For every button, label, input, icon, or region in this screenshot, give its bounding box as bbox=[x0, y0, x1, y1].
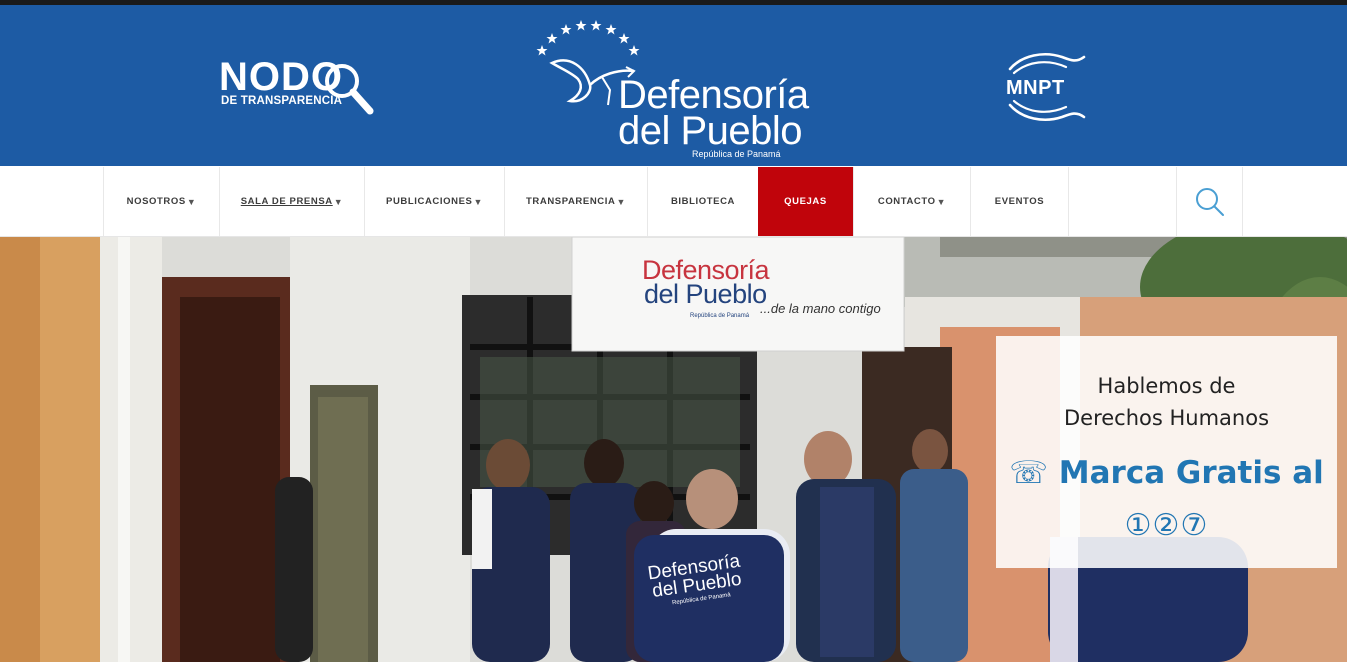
callout-phone-text: ☏ Marca Gratis al bbox=[1009, 455, 1324, 491]
sign-tagline: ...de la mano contigo bbox=[760, 301, 881, 316]
nav-item-label: TRANSPARENCIA bbox=[526, 196, 616, 207]
logo-subtitle: República de Panamá bbox=[692, 149, 781, 159]
nav-divider bbox=[1068, 167, 1069, 236]
sign-line2: del Pueblo bbox=[644, 279, 767, 309]
nav-item-label: CONTACTO bbox=[877, 196, 936, 207]
mnpt-word: MNPT bbox=[1006, 77, 1065, 99]
hero-sign: Defensoría del Pueblo República de Panam… bbox=[572, 237, 904, 351]
callout-title-line1: Hablemos de bbox=[1097, 374, 1236, 398]
sign-subtitle: República de Panamá bbox=[690, 313, 750, 319]
callout-title-line2: Derechos Humanos bbox=[1063, 406, 1270, 430]
nav-item-label: BIBLIOTECA bbox=[670, 196, 736, 207]
nav-item-nosotros[interactable]: NOSOTROS ▼ bbox=[103, 167, 219, 236]
nav-item-label: SALA DE PRENSA bbox=[240, 196, 333, 207]
nav-item-publicaciones[interactable]: PUBLICACIONES ▼ bbox=[364, 167, 504, 236]
dropdown-arrow-icon: ▼ bbox=[936, 196, 947, 207]
dropdown-arrow-icon: ▼ bbox=[616, 196, 626, 207]
main-nav: NOSOTROS ▼ SALA DE PRENSA ▼ PUBLICACIONES ▼… bbox=[0, 166, 1347, 237]
callout-title: Hablemos de Derechos Humanos bbox=[996, 370, 1337, 434]
logo-line2: del Pueblo bbox=[618, 109, 803, 153]
site-header: NODO DE TRANSPARENCIA Defensoría del Pue… bbox=[0, 5, 1347, 166]
defensoria-logo[interactable]: Defensoría del Pueblo República de Panam… bbox=[530, 15, 820, 167]
nav-item-quejas[interactable]: QUEJAS bbox=[758, 167, 853, 236]
nav-item-transparencia[interactable]: TRANSPARENCIA ▼ bbox=[504, 167, 647, 236]
dropdown-arrow-icon: ▼ bbox=[186, 196, 197, 207]
nav-item-label: EVENTOS bbox=[994, 196, 1045, 207]
nav-item-contacto[interactable]: CONTACTO ▼ bbox=[853, 167, 970, 236]
nav-item-biblioteca[interactable]: BIBLIOTECA bbox=[647, 167, 758, 236]
nav-item-label: NOSOTROS bbox=[126, 196, 186, 207]
dropdown-arrow-icon: ▼ bbox=[473, 196, 483, 207]
callout-phone-number[interactable]: ①②⑦ bbox=[996, 508, 1337, 543]
nodo-transparencia-link[interactable]: NODO DE TRANSPARENCIA bbox=[219, 55, 379, 125]
nav-item-sala-de-prensa[interactable]: SALA DE PRENSA ▼ bbox=[219, 167, 364, 236]
nav-item-eventos[interactable]: EVENTOS bbox=[970, 167, 1068, 236]
magnifier-icon bbox=[325, 64, 374, 115]
hotline-callout[interactable]: Hablemos de Derechos Humanos ☏ Marca Gra… bbox=[996, 336, 1337, 568]
search-button[interactable] bbox=[1176, 167, 1243, 236]
search-icon bbox=[1195, 187, 1224, 216]
dropdown-arrow-icon: ▼ bbox=[333, 196, 344, 207]
mnpt-link[interactable]: MNPT bbox=[1000, 45, 1092, 129]
nav-item-label: PUBLICACIONES bbox=[386, 196, 473, 207]
nav-item-label: QUEJAS bbox=[784, 196, 827, 207]
